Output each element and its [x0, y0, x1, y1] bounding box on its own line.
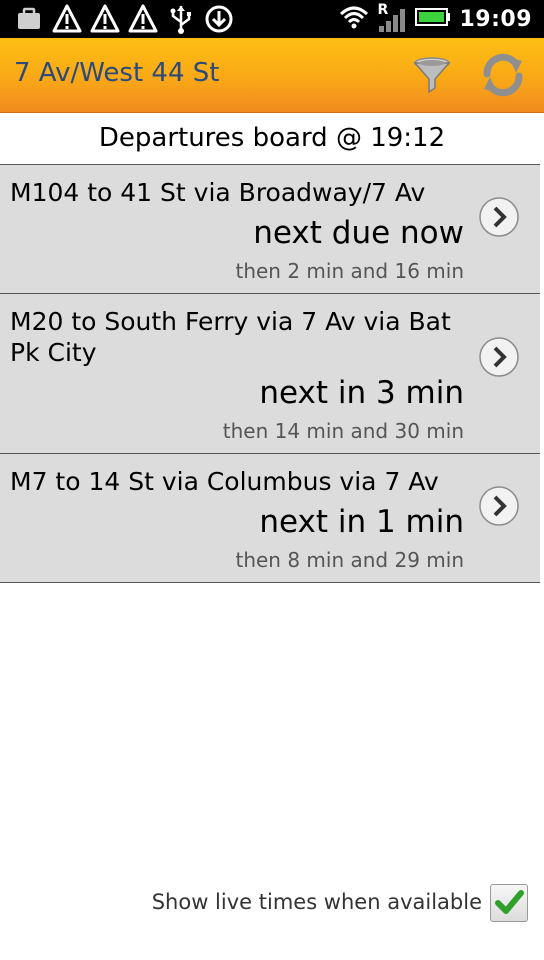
wifi-icon	[339, 4, 369, 34]
next-departure: next due now	[253, 215, 464, 251]
battery-icon	[415, 6, 451, 32]
sync-icon	[204, 4, 234, 34]
refresh-button[interactable]	[478, 50, 528, 100]
departure-row[interactable]: M104 to 41 St via Broadway/7 Av next due…	[0, 164, 540, 294]
warning-icon	[128, 4, 158, 34]
chevron-right-icon	[479, 337, 519, 377]
row-details-button[interactable]	[478, 485, 520, 527]
briefcase-icon	[14, 4, 44, 34]
chevron-right-icon	[479, 197, 519, 237]
live-times-label: Show live times when available	[151, 890, 482, 914]
signal-roaming-icon: R	[377, 2, 407, 34]
warning-icon	[52, 4, 82, 34]
following-departures: then 8 min and 29 min	[235, 548, 464, 572]
live-times-checkbox[interactable]	[490, 884, 528, 922]
route-name: M7 to 14 St via Columbus via 7 Av	[10, 467, 439, 496]
row-details-button[interactable]	[478, 336, 520, 378]
stop-title: 7 Av/West 44 St	[14, 58, 220, 88]
system-icons: R 19:09	[339, 0, 532, 38]
list-divider	[0, 582, 540, 583]
route-name: M104 to 41 St via Broadway/7 Av	[10, 178, 426, 207]
status-bar: R 19:09	[0, 0, 544, 38]
usb-icon	[166, 4, 196, 34]
status-clock: 19:09	[459, 6, 532, 32]
refresh-icon	[483, 53, 523, 97]
warning-icon	[90, 4, 120, 34]
departures-board-header: Departures board @ 19:12	[98, 123, 446, 153]
following-departures: then 2 min and 16 min	[235, 259, 464, 283]
following-departures: then 14 min and 30 min	[222, 419, 464, 443]
departure-row[interactable]: M20 to South Ferry via 7 Av via Bat Pk C…	[0, 293, 540, 454]
route-name: M20 to South Ferry via 7 Av via Bat Pk C…	[10, 307, 451, 367]
filter-icon	[413, 57, 451, 94]
next-departure: next in 1 min	[259, 504, 464, 540]
title-bar: 7 Av/West 44 St	[0, 38, 544, 113]
filter-button[interactable]	[410, 54, 454, 98]
next-departure: next in 3 min	[259, 375, 464, 411]
row-details-button[interactable]	[478, 196, 520, 238]
notification-icons	[14, 4, 234, 34]
checkmark-icon	[495, 890, 524, 914]
departure-row[interactable]: M7 to 14 St via Columbus via 7 Av next i…	[0, 453, 540, 583]
chevron-right-icon	[479, 486, 519, 526]
